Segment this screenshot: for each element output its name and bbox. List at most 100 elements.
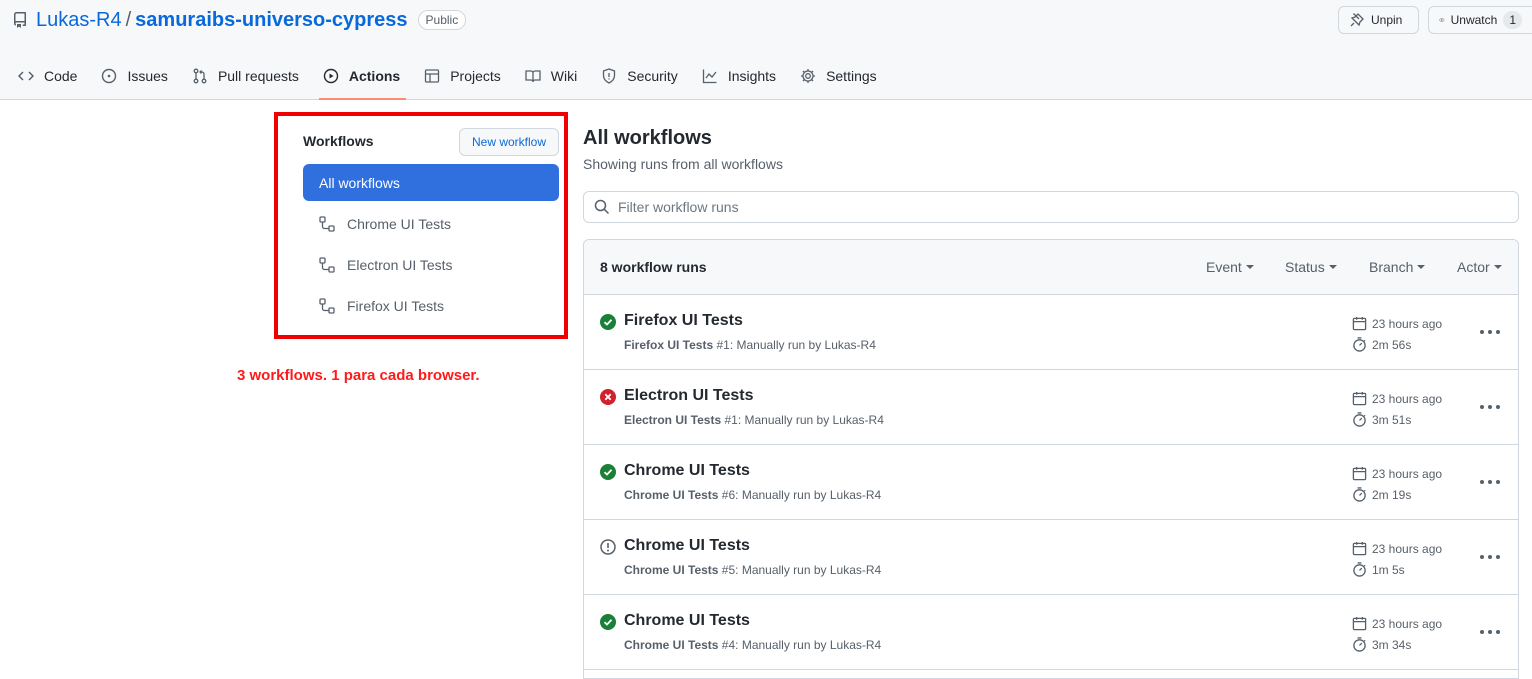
calendar-icon (1352, 541, 1367, 556)
tab-settings[interactable]: Settings (790, 56, 887, 96)
tab-code[interactable]: Code (8, 56, 87, 96)
caret-down-icon (1417, 265, 1426, 269)
run-workflow-name: Electron UI Tests (624, 413, 722, 427)
run-workflow-name: Firefox UI Tests (624, 338, 714, 352)
tab-projects[interactable]: Projects (414, 56, 511, 96)
workflow-run-row[interactable]: Chrome UI Tests Chrome UI Tests #5: Manu… (584, 520, 1518, 595)
workflows-heading: Workflows (303, 133, 374, 149)
workflow-item-firefox[interactable]: Firefox UI Tests (303, 287, 559, 324)
run-duration: 2m 19s (1352, 487, 1411, 502)
repo-name-link[interactable]: samuraibs-universo-cypress (135, 9, 407, 32)
branch-filter-label: Branch (1369, 259, 1414, 275)
repo-owner-link[interactable]: Lukas-R4 (36, 9, 122, 32)
unwatch-label: Unwatch (1450, 13, 1498, 27)
run-time: 23 hours ago (1352, 541, 1442, 556)
tab-issues[interactable]: Issues (91, 56, 177, 96)
table-icon (425, 69, 440, 83)
run-duration: 3m 34s (1352, 637, 1411, 652)
repo-header: Lukas-R4 / samuraibs-universo-cypress Pu… (0, 0, 1532, 100)
run-detail: #6: Manually run by Lukas-R4 (718, 488, 882, 502)
kebab-menu-icon[interactable] (1480, 553, 1500, 561)
run-duration-label: 3m 34s (1372, 637, 1412, 652)
event-filter-label: Event (1206, 259, 1242, 275)
check-circle-icon (600, 464, 616, 480)
watch-count: 1 (1503, 11, 1522, 29)
workflow-icon (319, 297, 335, 314)
graph-icon (702, 69, 717, 84)
calendar-icon (1352, 466, 1367, 481)
status-filter-dropdown[interactable]: Status (1285, 259, 1337, 275)
book-icon (525, 70, 541, 83)
run-title-link[interactable]: Chrome UI Tests (624, 612, 750, 630)
actor-filter-label: Actor (1457, 259, 1490, 275)
run-duration-label: 2m 19s (1372, 487, 1412, 502)
workflow-run-row[interactable]: Chrome UI Tests Chrome UI Tests #6: Manu… (584, 445, 1518, 520)
workflow-run-row[interactable]: Chrome UI Tests Chrome UI Tests #4: Manu… (584, 595, 1518, 670)
filter-box (583, 191, 1519, 223)
visibility-badge: Public (417, 10, 467, 30)
run-duration: 3m 51s (1352, 412, 1411, 427)
run-duration: 2m 56s (1352, 337, 1411, 352)
workflow-item-all[interactable]: All workflows (303, 164, 559, 201)
run-title-link[interactable]: Chrome UI Tests (624, 462, 750, 480)
tab-actions[interactable]: Actions (313, 56, 410, 100)
check-circle-icon (600, 314, 616, 330)
unwatch-button[interactable]: Unwatch 1 (1428, 6, 1532, 34)
kebab-menu-icon[interactable] (1480, 628, 1500, 636)
tab-settings-label: Settings (826, 68, 877, 84)
workflow-icon (319, 215, 335, 232)
tab-code-label: Code (44, 68, 78, 84)
code-icon (18, 71, 34, 81)
x-circle-icon (600, 389, 616, 405)
run-time: 23 hours ago (1352, 466, 1442, 481)
search-icon (594, 199, 610, 215)
page-title: All workflows (583, 127, 712, 149)
run-title-link[interactable]: Chrome UI Tests (624, 537, 750, 555)
run-meta: Chrome UI Tests #5: Manually run by Luka… (624, 563, 881, 577)
run-workflow-name: Chrome UI Tests (624, 563, 719, 577)
tab-pull-requests[interactable]: Pull requests (182, 56, 309, 96)
tab-insights[interactable]: Insights (692, 56, 786, 96)
runs-header: 8 workflow runs Event Status Branch Acto… (584, 240, 1518, 295)
workflow-item-chrome[interactable]: Chrome UI Tests (303, 205, 559, 242)
run-title-link[interactable]: Electron UI Tests (624, 387, 754, 405)
run-duration-label: 1m 5s (1372, 562, 1405, 577)
run-title-link[interactable]: Firefox UI Tests (624, 312, 743, 330)
workflow-run-row[interactable]: Electron UI Tests Electron UI Tests #1: … (584, 370, 1518, 445)
run-time-label: 23 hours ago (1372, 616, 1443, 631)
gear-icon (801, 69, 816, 83)
run-duration-label: 3m 51s (1372, 412, 1412, 427)
actor-filter-dropdown[interactable]: Actor (1457, 259, 1502, 275)
workflow-item-electron[interactable]: Electron UI Tests (303, 246, 559, 283)
stopwatch-icon (1353, 337, 1366, 352)
branch-filter-dropdown[interactable]: Branch (1369, 259, 1426, 275)
kebab-menu-icon[interactable] (1480, 478, 1500, 486)
stopwatch-icon (1353, 637, 1366, 652)
tab-wiki-label: Wiki (550, 68, 578, 84)
workflow-item-label: Chrome UI Tests (347, 215, 451, 232)
tab-projects-label: Projects (450, 68, 501, 84)
workflow-run-row[interactable]: Firefox UI Tests Firefox UI Tests #1: Ma… (584, 295, 1518, 370)
play-icon (323, 68, 339, 84)
filter-runs-input[interactable] (618, 199, 1498, 215)
pull-request-icon (193, 68, 207, 84)
alert-circle-icon (600, 539, 616, 555)
stopwatch-icon (1353, 562, 1366, 577)
new-workflow-button[interactable]: New workflow (459, 128, 559, 156)
run-duration-label: 2m 56s (1372, 337, 1412, 352)
kebab-menu-icon[interactable] (1480, 328, 1500, 336)
run-time-label: 23 hours ago (1372, 316, 1443, 331)
tab-actions-label: Actions (348, 68, 401, 84)
run-time: 23 hours ago (1352, 616, 1442, 631)
run-time-label: 23 hours ago (1372, 466, 1443, 481)
event-filter-dropdown[interactable]: Event (1206, 259, 1254, 275)
run-workflow-name: Chrome UI Tests (624, 488, 719, 502)
eye-icon (1439, 18, 1445, 22)
workflow-item-label: Electron UI Tests (347, 256, 453, 273)
workflow-icon (319, 256, 335, 273)
tab-wiki[interactable]: Wiki (515, 56, 587, 96)
unpin-button[interactable]: Unpin (1338, 6, 1419, 34)
kebab-menu-icon[interactable] (1480, 403, 1500, 411)
run-meta: Electron UI Tests #1: Manually run by Lu… (624, 413, 884, 427)
tab-security[interactable]: Security (591, 56, 688, 96)
